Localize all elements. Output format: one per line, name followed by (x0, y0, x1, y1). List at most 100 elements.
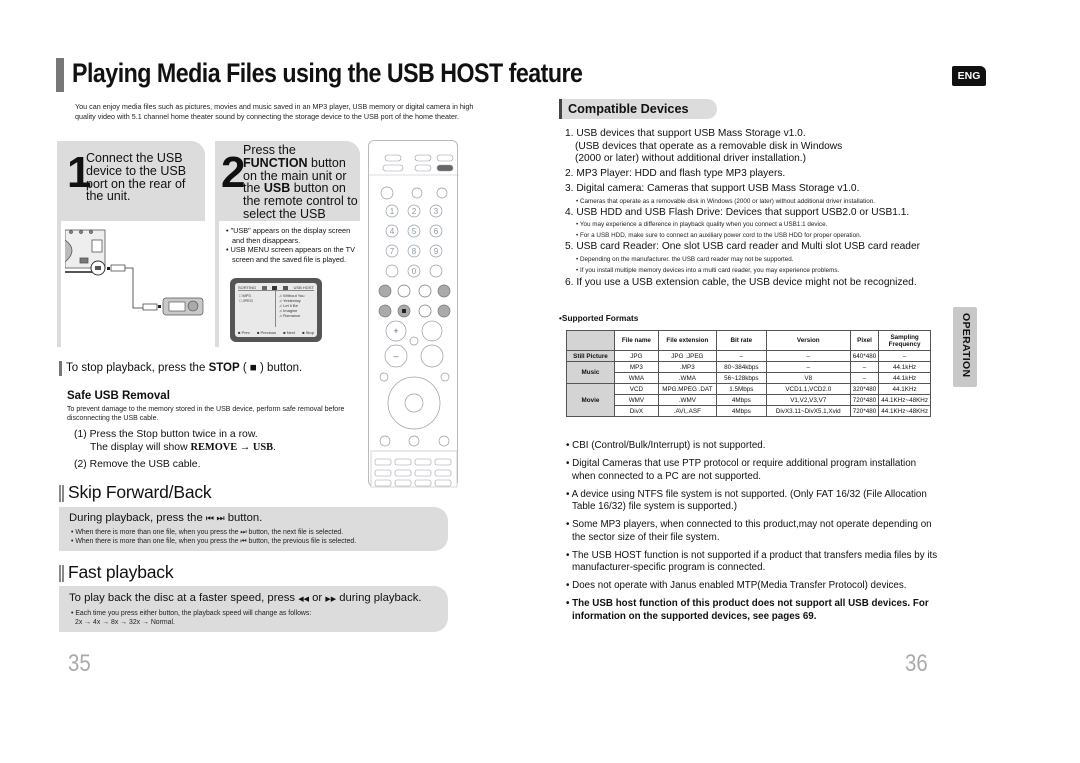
format-category: Movie (566, 383, 615, 417)
remote-tuner-button (436, 154, 454, 162)
svg-text:5: 5 (412, 227, 417, 236)
usb-note: • Does not operate with Janus enabled MT… (566, 580, 907, 591)
table-header-cell: Pixel (849, 330, 880, 351)
remote-enter-button (404, 393, 424, 413)
fast-instruction-heading: To play back the disc at a faster speed,… (69, 592, 422, 604)
usb-host-label: USB HOST (293, 285, 314, 290)
table-row: Movie VCD MPG.MPEG .DAT 1.5Mbps VCD1.1,VCD2.… (566, 383, 931, 417)
step-1-box: 1 Connect the USB device to the USB port… (57, 141, 205, 221)
table-cell: .AVI,.ASF (657, 405, 717, 417)
table-cell: 80~384kbps (715, 361, 767, 373)
stop-accent-bar (59, 361, 62, 376)
table-cell: – (765, 361, 851, 373)
safe-removal-step-1-display: The display will show REMOVE → USB. (90, 442, 276, 453)
operation-tab-label: OPERATION (960, 313, 972, 378)
svg-text:2: 2 (412, 207, 417, 216)
compat-item: 4. USB HDD and USB Flash Drive: Devices … (565, 206, 910, 218)
compat-subnote: • For a USB HDD, make sure to connect an… (576, 232, 862, 239)
skip-section-title: Skip Forward/Back (68, 482, 212, 502)
compat-subnote: • You may experience a difference in pla… (576, 221, 828, 228)
step-2-number: 2 (221, 148, 246, 197)
usb-note: • A device using NTFS file system is not… (566, 488, 927, 513)
table-row: Music MP3 .MP3 80~384kbps – –44.1kHz (566, 361, 931, 384)
fast-bullet: • Each time you press either button, the… (71, 610, 312, 617)
svg-text:6: 6 (434, 227, 439, 236)
usb-note: • Digital Cameras that use PTP protocol … (566, 458, 917, 482)
remote-receiver-button (382, 164, 404, 172)
table-row: WMA .WMA 56~128kbps V8–44.1kHz (567, 372, 931, 384)
svg-text:4: 4 (390, 227, 395, 236)
compat-item: 3. Digital camera: Cameras that support … (565, 183, 860, 194)
table-cell: 4Mbps (715, 405, 767, 417)
svg-text:3: 3 (434, 207, 439, 216)
fast-section-title: Fast playback (68, 562, 174, 582)
compatible-devices-list: 1. USB devices that support USB Mass Sto… (565, 128, 940, 289)
remove-usb-display-text: REMOVE → USB (190, 442, 274, 453)
remote-tv-video-button (436, 187, 448, 199)
svg-text:–: – (393, 351, 398, 361)
page-number-right: 36 (905, 650, 928, 677)
safe-removal-title: Safe USB Removal (67, 390, 170, 402)
table-cell: .WMV (657, 394, 717, 406)
remote-play-pause-button (418, 304, 432, 318)
format-category: Still Picture (566, 350, 615, 362)
usb-note: • Some MP3 players, when connected to th… (566, 519, 932, 543)
table-row: DivX .AVI,.ASF 4Mbps DivX3.11~DivX5.1,Xvid 7… (567, 405, 931, 417)
title-accent-bar (56, 58, 64, 92)
svg-text:7: 7 (390, 247, 395, 256)
table-cell: VCD1.1,VCD2.0 (765, 383, 851, 395)
remote-tuning-down (420, 344, 444, 368)
intro-text: You can enjoy media files such as pictur… (75, 102, 474, 121)
supported-formats-table: File name File extension Bit rate Version Pi… (566, 330, 931, 417)
skip-section-accent (59, 485, 64, 502)
folder-list: □ MP3 □ JPEG (239, 293, 253, 303)
sorting-label: SORTING (238, 285, 257, 290)
remote-open-close-button (411, 187, 423, 199)
table-cell: V1,V2,V3,V7 (765, 394, 851, 406)
table-cell: 320*480 (849, 383, 880, 395)
skip-instruction-panel: During playback, press the ⏮ ⏭ button. •… (59, 507, 448, 551)
remote-skip-forward-button (437, 304, 451, 318)
compat-subnote: • Depending on the manufacturer. the USB… (576, 255, 794, 263)
usb-note: • The USB HOST function is not supported… (566, 549, 938, 574)
safe-removal-step-2: (2) Remove the USB cable. (74, 459, 201, 470)
skip-bullet: • When there is more than one file, when… (71, 529, 344, 536)
table-cell: JPG .JPEG (657, 350, 717, 362)
table-header-cell (566, 330, 615, 351)
format-category: Music (566, 361, 615, 384)
table-cell: WMA (613, 372, 659, 384)
remote-skip-back-button (378, 304, 392, 318)
supported-formats-title: •Supported Formats (559, 313, 639, 323)
table-cell: DivX3.11~DivX5.1,Xvid (765, 405, 851, 417)
table-cell: 720*480 (849, 394, 880, 406)
table-header-cell: Version (765, 330, 851, 351)
table-cell: 1.5Mbps (715, 383, 767, 395)
fast-forward-icon: ▶▶ (325, 596, 337, 603)
tv-footer: ■ Prev ■ Previous ■ Next ■ Stop (238, 330, 314, 335)
svg-text:+: + (393, 326, 398, 336)
usb-cable-plug (110, 264, 126, 272)
language-badge: ENG (952, 66, 986, 86)
table-cell: 56~128kbps (715, 372, 767, 384)
compat-subnote: • If you install multiple memory devices… (576, 266, 840, 274)
svg-text:0: 0 (412, 267, 417, 276)
table-cell: V8 (765, 372, 851, 384)
compat-item: 2. MP3 Player: HDD and flash type MP3 pl… (565, 167, 786, 179)
file-list: ♫ Without You ♫ Yesterday ♫ Let it Be ♫ … (279, 293, 305, 318)
usb-note: • The USB host function of this product … (566, 598, 929, 622)
page-number-left: 35 (68, 650, 91, 677)
remote-tv-button (384, 154, 402, 162)
table-cell: .MP3 (657, 361, 717, 373)
table-cell: – (849, 372, 880, 384)
table-cell: 720*480 (849, 405, 880, 417)
remote-control-illustration: 123 456 789 0 + – (368, 140, 459, 488)
table-cell: 44.1kHz (878, 372, 931, 384)
usb-menu-tv-screen: SORTING USB HOST □ MP3 □ JPEG ♫ Without … (230, 278, 322, 342)
rewind-icon: ◀◀ (298, 596, 309, 603)
skip-instruction-heading: During playback, press the ⏮ ⏭ button. (69, 512, 263, 524)
table-cell: – (715, 350, 767, 362)
remote-dvd-button (414, 154, 432, 162)
step-2-bullets: • "USB" appears on the display screen an… (226, 226, 361, 264)
skip-back-forward-icon: ⏮ ⏭ (205, 513, 225, 523)
remote-rewind-button (378, 284, 392, 298)
